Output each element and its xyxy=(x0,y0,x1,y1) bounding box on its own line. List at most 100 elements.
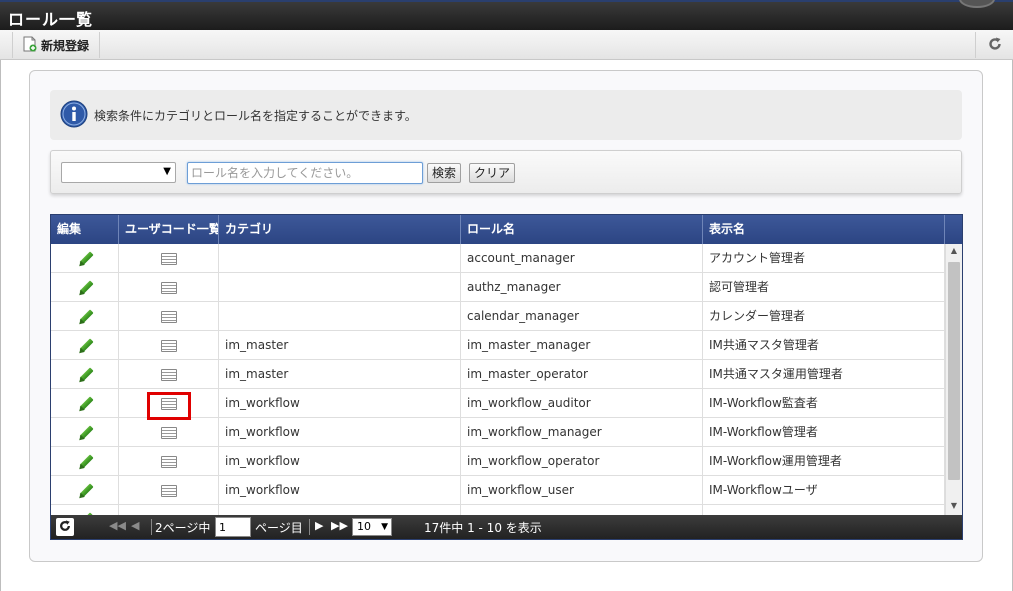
list-icon[interactable] xyxy=(160,484,177,497)
list-icon[interactable] xyxy=(160,368,177,381)
last-page-icon[interactable]: ▶▶ xyxy=(331,519,348,532)
role-name-cell: account_manager xyxy=(461,244,703,273)
pencil-icon[interactable] xyxy=(77,280,93,296)
user-codes-cell xyxy=(119,331,219,360)
table-row: authz_manager 認可管理者 xyxy=(51,273,945,302)
edit-cell xyxy=(51,476,119,505)
pencil-icon[interactable] xyxy=(77,251,93,267)
display-name-cell: IM-Workflowユーザ xyxy=(703,476,945,505)
list-icon[interactable] xyxy=(160,310,177,323)
edit-cell xyxy=(51,505,119,515)
list-icon[interactable] xyxy=(160,455,177,468)
category-cell xyxy=(219,273,461,302)
prev-page-icon[interactable]: ◀ xyxy=(131,519,139,532)
pager-refresh-button[interactable] xyxy=(56,518,74,536)
scroll-thumb[interactable] xyxy=(948,262,960,480)
table-row: account_manager アカウント管理者 xyxy=(51,244,945,273)
category-select[interactable]: ▼ xyxy=(61,162,176,183)
edit-cell xyxy=(51,302,119,331)
pencil-icon[interactable] xyxy=(77,338,93,354)
column-header-role-name[interactable]: ロール名 xyxy=(461,215,703,244)
user-codes-cell xyxy=(119,418,219,447)
title-bar: ロール一覧 xyxy=(0,0,1013,30)
column-header-display-name[interactable]: 表示名 xyxy=(703,215,945,244)
user-codes-cell xyxy=(119,505,219,515)
window-corner-decoration xyxy=(959,0,995,8)
role-name-cell: im_master_operator xyxy=(461,360,703,389)
new-document-icon xyxy=(23,36,37,55)
display-name-cell xyxy=(703,505,945,515)
info-message-box: 検索条件にカテゴリとロール名を指定することができます。 xyxy=(50,90,962,140)
role-name-input[interactable] xyxy=(187,162,423,184)
category-cell: im_workflow xyxy=(219,389,461,418)
scroll-up-icon[interactable]: ▲ xyxy=(946,246,962,258)
display-name-cell: 認可管理者 xyxy=(703,273,945,302)
page-number-input[interactable] xyxy=(215,517,251,537)
next-page-icon[interactable]: ▶ xyxy=(315,519,323,532)
user-codes-cell xyxy=(119,360,219,389)
highlight-box xyxy=(147,392,191,420)
pencil-icon[interactable] xyxy=(77,367,93,383)
edit-cell xyxy=(51,244,119,273)
scroll-down-icon[interactable]: ▼ xyxy=(946,501,962,513)
page-border-left xyxy=(0,60,1,591)
table-row-partial xyxy=(51,505,945,515)
table-row: calendar_manager カレンダー管理者 xyxy=(51,302,945,331)
search-button[interactable]: 検索 xyxy=(427,163,462,183)
pencil-icon[interactable] xyxy=(77,483,93,499)
edit-cell xyxy=(51,389,119,418)
dropdown-arrow-icon: ▼ xyxy=(163,166,171,177)
first-page-icon[interactable]: ◀◀ xyxy=(109,519,126,532)
user-codes-cell xyxy=(119,244,219,273)
list-icon[interactable] xyxy=(160,426,177,439)
role-name-cell xyxy=(461,505,703,515)
edit-cell xyxy=(51,331,119,360)
pencil-icon[interactable] xyxy=(77,454,93,470)
display-name-cell: アカウント管理者 xyxy=(703,244,945,273)
edit-cell xyxy=(51,360,119,389)
user-codes-cell xyxy=(119,476,219,505)
pencil-icon[interactable] xyxy=(77,309,93,325)
grid-scrollbar[interactable]: ▲ ▼ xyxy=(945,244,962,515)
edit-cell xyxy=(51,273,119,302)
pencil-icon[interactable] xyxy=(77,396,93,412)
display-name-cell: カレンダー管理者 xyxy=(703,302,945,331)
list-icon[interactable] xyxy=(160,339,177,352)
record-count-label: 17件中 1 - 10 を表示 xyxy=(424,521,542,535)
refresh-icon xyxy=(59,519,71,535)
table-row: im_master im_master_operator IM共通マスタ運用管理… xyxy=(51,360,945,389)
role-name-cell: authz_manager xyxy=(461,273,703,302)
table-row: im_master im_master_manager IM共通マスタ管理者 xyxy=(51,331,945,360)
page-title: ロール一覧 xyxy=(8,10,94,29)
grid-body: account_manager アカウント管理者 authz_manager 認… xyxy=(51,244,945,515)
column-header-category[interactable]: カテゴリ xyxy=(219,215,461,244)
edit-cell xyxy=(51,418,119,447)
edit-cell xyxy=(51,447,119,476)
category-cell xyxy=(219,302,461,331)
user-codes-cell xyxy=(119,447,219,476)
category-cell: im_workflow xyxy=(219,447,461,476)
column-header-user-codes[interactable]: ユーザコード一覧 xyxy=(119,215,219,244)
display-name-cell: IM-Workflow監査者 xyxy=(703,389,945,418)
role-name-cell: calendar_manager xyxy=(461,302,703,331)
toolbar-refresh-button[interactable] xyxy=(975,32,1013,58)
dropdown-arrow-icon: ▼ xyxy=(381,522,388,532)
clear-button[interactable]: クリア xyxy=(469,163,516,183)
page-suffix-label: ページ目 xyxy=(255,521,303,535)
category-cell xyxy=(219,505,461,515)
category-cell: im_master xyxy=(219,360,461,389)
role-name-cell: im_workflow_auditor xyxy=(461,389,703,418)
new-register-button[interactable]: 新規登録 xyxy=(12,32,101,58)
display-name-cell: IM-Workflow運用管理者 xyxy=(703,447,945,476)
info-icon xyxy=(60,100,88,131)
pencil-icon[interactable] xyxy=(77,425,93,441)
rows-per-page-select[interactable]: 10 ▼ xyxy=(352,518,392,536)
role-name-cell: im_workflow_operator xyxy=(461,447,703,476)
table-row: im_workflow im_workflow_user IM-Workflow… xyxy=(51,476,945,505)
user-codes-cell xyxy=(119,273,219,302)
user-codes-cell xyxy=(119,302,219,331)
grid-header: 編集 ユーザコード一覧 カテゴリ ロール名 表示名 xyxy=(51,215,962,244)
list-icon[interactable] xyxy=(160,281,177,294)
list-icon[interactable] xyxy=(160,252,177,265)
column-header-edit[interactable]: 編集 xyxy=(51,215,119,244)
